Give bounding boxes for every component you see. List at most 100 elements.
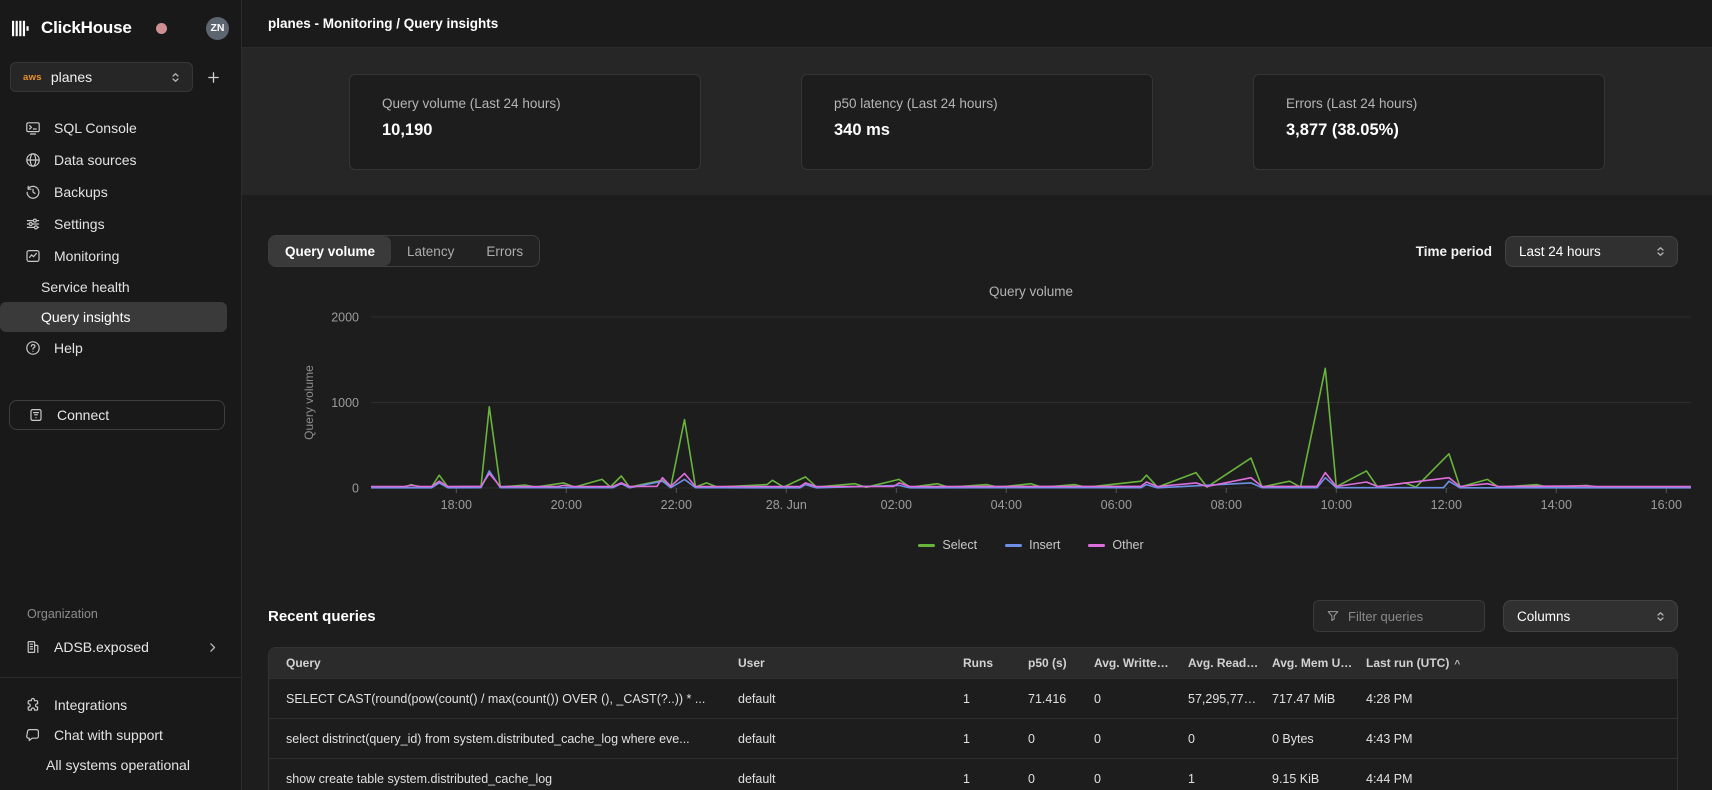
tab-latency[interactable]: Latency bbox=[391, 236, 470, 266]
service-name: planes bbox=[51, 69, 160, 85]
stat-card-errors-last-24-hours: Errors (Last 24 hours) 3,877 (38.05%) bbox=[1253, 74, 1605, 170]
legend-item-other[interactable]: Other bbox=[1088, 538, 1143, 552]
cell-last-run-utc: 4:44 PM bbox=[1366, 772, 1677, 786]
columns-label: Columns bbox=[1517, 609, 1570, 624]
cell-p50-s: 0 bbox=[1028, 772, 1094, 786]
chevron-right-icon bbox=[206, 641, 219, 654]
column-header-avg-mem-usage[interactable]: Avg. Mem Usage bbox=[1272, 656, 1366, 670]
stat-label: Query volume (Last 24 hours) bbox=[382, 96, 700, 111]
sidebar-item-service-health[interactable]: Service health bbox=[0, 272, 227, 302]
stats-band: Query volume (Last 24 hours)10,190 p50 la… bbox=[242, 48, 1712, 195]
organization-switcher[interactable]: ADSB.exposed bbox=[0, 631, 241, 663]
column-header-user[interactable]: User bbox=[738, 656, 963, 670]
table-header-row: QueryUserRunsp50 (s)Avg. Written rowsAvg… bbox=[269, 648, 1677, 678]
column-header-runs[interactable]: Runs bbox=[963, 656, 1028, 670]
cell-query: SELECT CAST(round(pow(count() / max(coun… bbox=[286, 692, 738, 706]
user-avatar[interactable]: ZN bbox=[206, 17, 229, 40]
stat-card-p50-latency-last-24-hours: p50 latency (Last 24 hours)340 ms bbox=[801, 74, 1153, 170]
data-sources-icon bbox=[25, 152, 41, 168]
cell-runs: 1 bbox=[963, 692, 1028, 706]
y-tick-label: 0 bbox=[352, 482, 359, 496]
sidebar-item-data-sources[interactable]: Data sources bbox=[0, 144, 227, 176]
sidebar-item-query-insights[interactable]: Query insights bbox=[0, 302, 227, 332]
legend-label: Other bbox=[1112, 538, 1143, 552]
recent-queries-table: QueryUserRunsp50 (s)Avg. Written rowsAvg… bbox=[268, 647, 1678, 790]
sidebar-item-integrations[interactable]: Integrations bbox=[0, 690, 241, 720]
cell-user: default bbox=[738, 772, 963, 786]
cell-avg-read-rows: 0 bbox=[1188, 732, 1272, 746]
stat-card-query-volume-last-24-hours: Query volume (Last 24 hours)10,190 bbox=[349, 74, 701, 170]
stat-value: 3,877 (38.05%) bbox=[1286, 121, 1604, 140]
cell-runs: 1 bbox=[963, 772, 1028, 786]
breadcrumb: planes - Monitoring / Query insights bbox=[268, 16, 498, 31]
column-header-p50-s[interactable]: p50 (s) bbox=[1028, 656, 1094, 670]
stat-label: Errors (Last 24 hours) bbox=[1286, 96, 1604, 111]
organization-label: Organization bbox=[27, 607, 241, 621]
cell-avg-written-rows: 0 bbox=[1094, 732, 1188, 746]
sidebar-item-settings[interactable]: Settings bbox=[0, 208, 227, 240]
table-row[interactable]: select distrinct(query_id) from system.d… bbox=[269, 718, 1677, 758]
x-tick-label: 20:00 bbox=[551, 498, 582, 512]
recent-queries-title: Recent queries bbox=[268, 608, 376, 625]
x-tick-label: 02:00 bbox=[881, 498, 912, 512]
cell-query: select distrinct(query_id) from system.d… bbox=[286, 732, 738, 746]
cell-user: default bbox=[738, 692, 963, 706]
filter-queries-input[interactable] bbox=[1348, 609, 1463, 624]
brand: ClickHouse ZN bbox=[0, 0, 241, 44]
help-icon bbox=[25, 340, 41, 356]
add-service-button[interactable] bbox=[199, 62, 227, 92]
chevron-up-down-icon bbox=[1654, 245, 1667, 258]
sidebar-item-monitoring[interactable]: Monitoring bbox=[0, 240, 227, 272]
table-row[interactable]: show create table system.distributed_cac… bbox=[269, 758, 1677, 790]
legend-swatch bbox=[1005, 544, 1022, 547]
sidebar-item-label: Integrations bbox=[54, 697, 127, 713]
column-header-query[interactable]: Query bbox=[286, 656, 738, 670]
column-header-last-run-utc[interactable]: Last run (UTC)^ bbox=[1366, 656, 1677, 670]
x-tick-label: 16:00 bbox=[1651, 498, 1682, 512]
cell-avg-read-rows: 1 bbox=[1188, 772, 1272, 786]
cell-avg-read-rows: 57,295,770,069 bbox=[1188, 692, 1272, 706]
legend-label: Select bbox=[942, 538, 977, 552]
sidebar-item-label: All systems operational bbox=[46, 757, 190, 773]
connect-icon bbox=[28, 407, 44, 423]
chart-plot-area: Query volumeQuery volume01000200018:0020… bbox=[268, 280, 1712, 520]
sidebar-item-all-systems-operational[interactable]: All systems operational bbox=[0, 750, 241, 780]
sidebar-item-help[interactable]: Help bbox=[0, 332, 227, 364]
y-axis-label: Query volume bbox=[302, 365, 316, 440]
sidebar-item-label: Chat with support bbox=[54, 727, 163, 743]
notification-dot bbox=[156, 23, 167, 34]
sidebar-item-sql-console[interactable]: SQL Console bbox=[0, 112, 227, 144]
tab-errors[interactable]: Errors bbox=[470, 236, 539, 266]
service-selector[interactable]: aws planes bbox=[10, 62, 193, 92]
sidebar: ClickHouse ZN aws planes SQL ConsoleData… bbox=[0, 0, 242, 790]
top-bar: planes - Monitoring / Query insights bbox=[242, 0, 1712, 48]
legend-item-select[interactable]: Select bbox=[918, 538, 977, 552]
connect-button[interactable]: Connect bbox=[9, 400, 225, 430]
brand-name: ClickHouse bbox=[41, 18, 132, 38]
sidebar-item-backups[interactable]: Backups bbox=[0, 176, 227, 208]
time-period-select[interactable]: Last 24 hours bbox=[1505, 236, 1678, 267]
x-tick-label: 18:00 bbox=[441, 498, 472, 512]
column-header-avg-written-rows[interactable]: Avg. Written rows bbox=[1094, 656, 1188, 670]
y-tick-label: 1000 bbox=[331, 396, 359, 410]
x-tick-label: 28. Jun bbox=[766, 498, 807, 512]
chart-title: Query volume bbox=[989, 284, 1073, 299]
cell-avg-written-rows: 0 bbox=[1094, 692, 1188, 706]
legend-label: Insert bbox=[1029, 538, 1060, 552]
legend-item-insert[interactable]: Insert bbox=[1005, 538, 1060, 552]
sidebar-item-label: Monitoring bbox=[54, 248, 119, 264]
table-row[interactable]: SELECT CAST(round(pow(count() / max(coun… bbox=[269, 678, 1677, 718]
x-tick-label: 14:00 bbox=[1541, 498, 1572, 512]
columns-select[interactable]: Columns bbox=[1503, 600, 1678, 632]
time-period-value: Last 24 hours bbox=[1519, 244, 1601, 259]
cell-avg-written-rows: 0 bbox=[1094, 772, 1188, 786]
sidebar-item-chat-with-support[interactable]: Chat with support bbox=[0, 720, 241, 750]
chat-icon bbox=[25, 727, 41, 743]
filter-queries-box[interactable] bbox=[1313, 600, 1485, 632]
connect-label: Connect bbox=[57, 407, 109, 423]
cell-avg-mem-usage: 0 Bytes bbox=[1272, 732, 1366, 746]
sql-console-icon bbox=[25, 120, 41, 136]
column-header-avg-read-rows[interactable]: Avg. Read rows bbox=[1188, 656, 1272, 670]
tab-query-volume[interactable]: Query volume bbox=[269, 236, 391, 266]
x-tick-label: 06:00 bbox=[1101, 498, 1132, 512]
